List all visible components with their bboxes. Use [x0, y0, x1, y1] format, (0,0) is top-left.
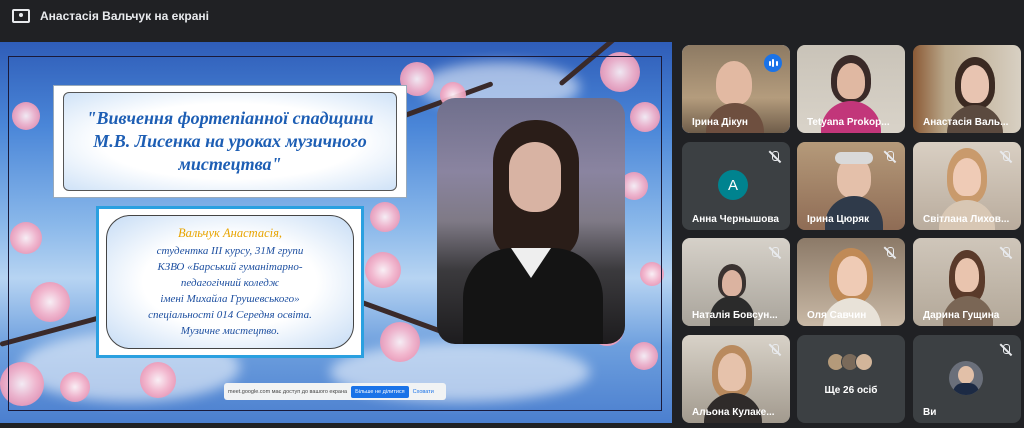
info-line: імені Михайла Грушевського»: [160, 293, 300, 306]
present-screen-icon: [12, 9, 30, 23]
self-avatar: [949, 361, 983, 395]
participant-tile[interactable]: Оля Савчин: [797, 238, 905, 326]
speaking-indicator-icon: [764, 54, 782, 72]
mic-off-icon: [768, 246, 782, 260]
hide-button[interactable]: Сховати: [413, 389, 434, 395]
info-line: Музичне мистецтво.: [180, 324, 280, 337]
stop-sharing-button[interactable]: Більше не ділитися: [351, 385, 409, 398]
participant-name: Світлана Лихов...: [923, 214, 1010, 225]
participant-tile[interactable]: Наталія Бовсун...: [682, 238, 790, 326]
info-line: КЗВО «Барський гуманітарно-: [157, 261, 303, 274]
more-participants-tile[interactable]: Ще 26 осіб: [797, 335, 905, 423]
participant-name: Анна Чернышова: [692, 214, 779, 225]
top-bar: Анастасія Вальчук на екрані: [0, 0, 1024, 34]
participant-avatar: A: [718, 170, 748, 200]
mic-off-icon: [883, 246, 897, 260]
participant-name: Ви: [923, 407, 937, 418]
participant-tile[interactable]: Ірина Цюряк: [797, 142, 905, 230]
participant-tile[interactable]: Альона Кулаке...: [682, 335, 790, 423]
participant-tile[interactable]: Анастасія Валь...: [913, 45, 1021, 133]
self-tile[interactable]: Ви: [913, 335, 1021, 423]
mic-off-icon: [999, 150, 1013, 164]
slide-title-card: "Вивчення фортепіанної спадщини М.В. Лис…: [54, 86, 406, 197]
more-participants-label: Ще 26 осіб: [824, 385, 878, 396]
participant-tile[interactable]: Tetyana Prokop...: [797, 45, 905, 133]
info-line: педагогічний коледж: [180, 277, 280, 290]
slide-info-card: Вальчук Анастасія, студентка ІІІ курсу, …: [96, 206, 364, 358]
screen-share-notification: meet.google.com має доступ до вашого екр…: [224, 383, 446, 400]
participant-name: Ірина Цюряк: [807, 214, 870, 225]
participant-name: Анастасія Валь...: [923, 117, 1009, 128]
author-photo: [437, 98, 625, 344]
presenter-title: Анастасія Вальчук на екрані: [40, 9, 209, 23]
participant-tile[interactable]: A Анна Чернышова: [682, 142, 790, 230]
mic-off-icon: [999, 343, 1013, 357]
shared-screen[interactable]: "Вивчення фортепіанної спадщини М.В. Лис…: [0, 42, 672, 423]
mic-off-icon: [999, 246, 1013, 260]
slide-title: "Вивчення фортепіанної спадщини М.В. Лис…: [86, 107, 374, 175]
participant-tile[interactable]: Дарина Гущина: [913, 238, 1021, 326]
participant-name: Наталія Бовсун...: [692, 310, 778, 321]
author-name: Вальчук Анастасія,: [177, 226, 283, 241]
participant-name: Альона Кулаке...: [692, 407, 775, 418]
participant-name: Оля Савчин: [807, 310, 867, 321]
participant-tile[interactable]: Світлана Лихов...: [913, 142, 1021, 230]
more-participants-avatars: [827, 353, 873, 371]
mic-off-icon: [883, 150, 897, 164]
info-line: спеціальності 014 Середня освіта.: [148, 309, 312, 321]
info-line: студентка ІІІ курсу, 31М групи: [156, 245, 304, 258]
participant-name: Tetyana Prokop...: [807, 117, 890, 128]
participant-name: Дарина Гущина: [923, 310, 1000, 321]
mic-off-icon: [768, 343, 782, 357]
mic-off-icon: [768, 150, 782, 164]
share-message: meet.google.com має доступ до вашого екр…: [228, 388, 348, 395]
participant-name: Ірина Дікун: [692, 117, 748, 128]
participant-tile[interactable]: Ірина Дікун: [682, 45, 790, 133]
